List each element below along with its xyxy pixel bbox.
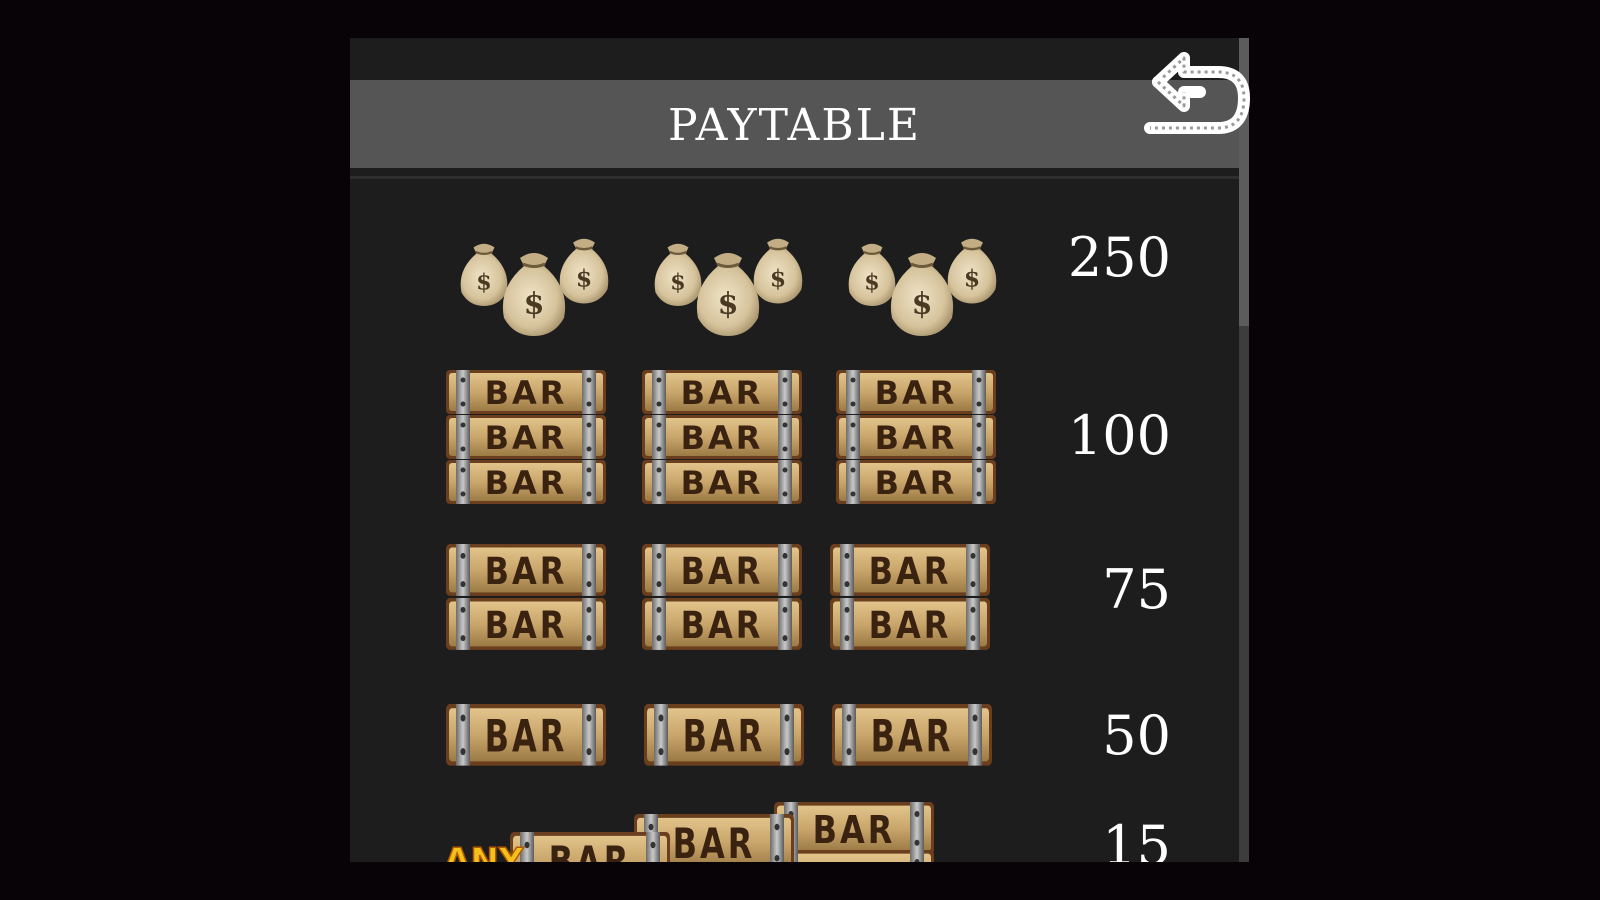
payout-value: 75: [1102, 558, 1171, 621]
any-bar-icon: ANY: [444, 802, 934, 862]
paytable-row: ANY 15: [350, 802, 1239, 862]
back-arrow-icon[interactable]: [1140, 48, 1252, 138]
payout-value: 50: [1102, 704, 1171, 767]
triple-bar-icon: [446, 370, 606, 504]
paytable-row: 100: [350, 368, 1239, 508]
money-bag-icon: [847, 237, 998, 338]
payout-value: 250: [1067, 226, 1171, 289]
triple-bar-icon: [836, 370, 996, 504]
svg-text:ANY: ANY: [444, 841, 524, 862]
payout-value: 15: [1102, 814, 1171, 862]
scrollbar[interactable]: [1239, 38, 1249, 862]
double-bar-icon: [446, 544, 606, 650]
single-bar-icon: [832, 704, 992, 766]
panel-topbar: [350, 38, 1249, 80]
page-title: PAYTABLE: [668, 100, 921, 151]
money-bag-icon: [653, 237, 804, 338]
paytable-panel: PAYTABLE 250 100 75 50 ANY 15: [350, 38, 1249, 862]
paytable-row: 250: [350, 186, 1239, 356]
title-divider: [350, 176, 1239, 179]
paytable-row: 75: [350, 544, 1239, 654]
money-bag-icon: [459, 237, 610, 338]
paytable-row: 50: [350, 702, 1239, 772]
double-bar-icon: [642, 544, 802, 650]
single-bar-icon: [644, 704, 804, 766]
single-bar-icon: [446, 704, 606, 766]
triple-bar-icon: [642, 370, 802, 504]
double-bar-icon: [830, 544, 990, 650]
title-bar: PAYTABLE: [350, 80, 1239, 168]
payout-value: 100: [1067, 404, 1171, 467]
